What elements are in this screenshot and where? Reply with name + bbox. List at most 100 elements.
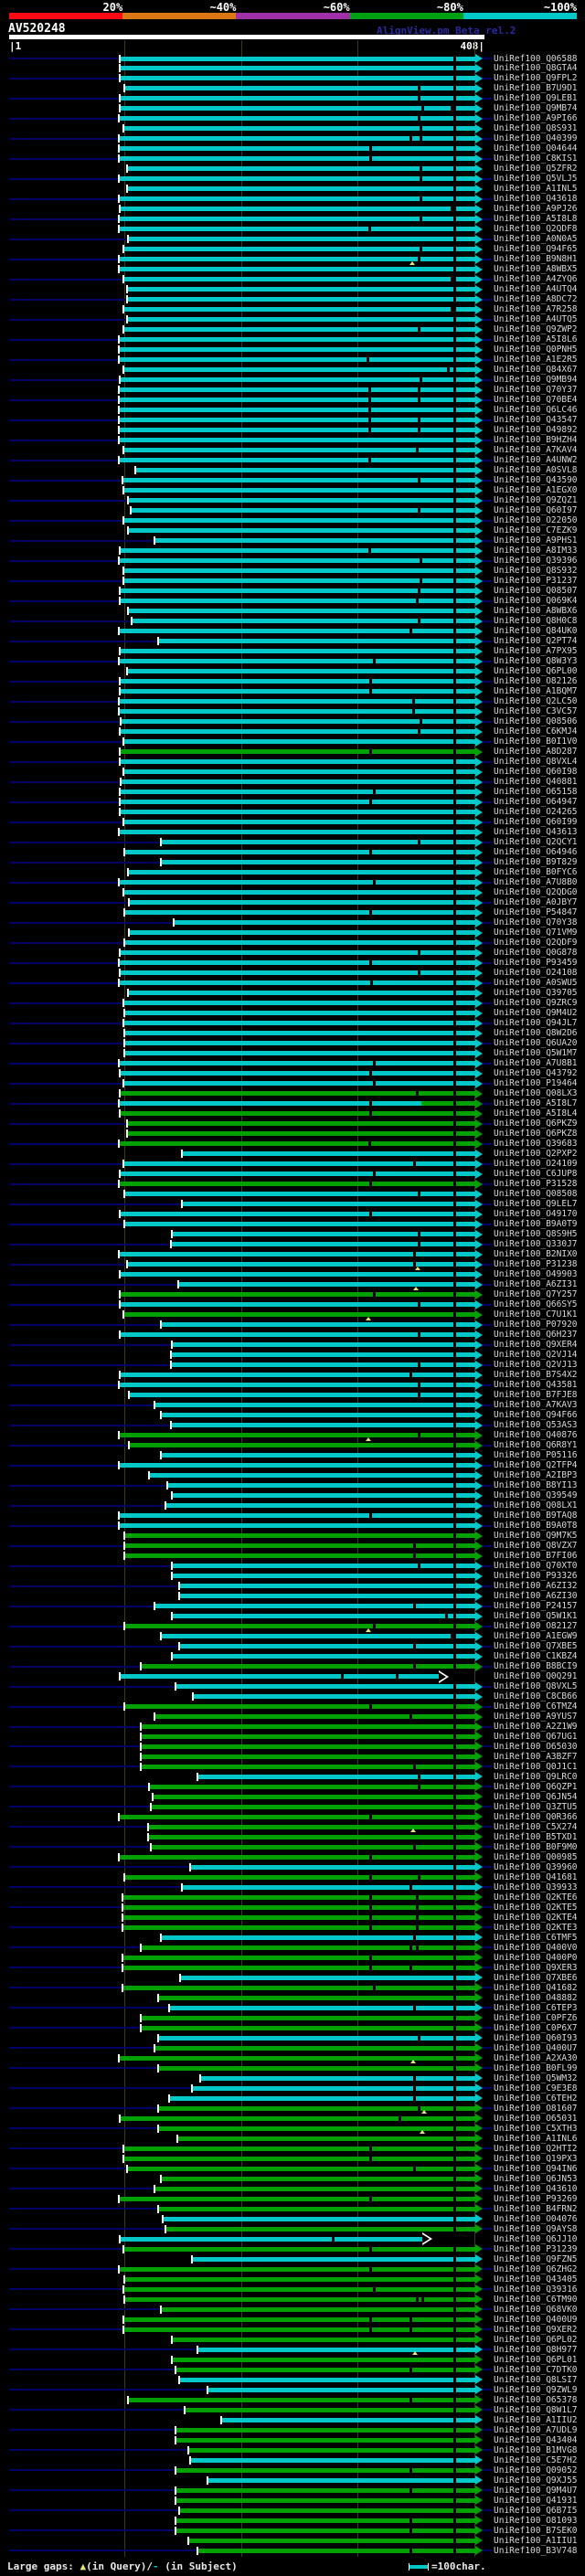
hit-label[interactable]: UniRef100_A7R258 bbox=[494, 305, 585, 314]
hit-label[interactable]: UniRef100_B7FI06 bbox=[494, 1552, 585, 1561]
hit-bar[interactable] bbox=[154, 1604, 475, 1609]
hit-label[interactable]: UniRef100_B7FJE8 bbox=[494, 1391, 585, 1400]
hit-label[interactable]: UniRef100_P31239 bbox=[494, 2244, 585, 2254]
hit-label[interactable]: UniRef100_Q6UA20 bbox=[494, 1039, 585, 1048]
hit-bar[interactable] bbox=[120, 1302, 475, 1308]
hit-label[interactable]: UniRef100_Q6LC46 bbox=[494, 406, 585, 415]
hit-bar[interactable] bbox=[179, 1644, 475, 1649]
hit-bar[interactable] bbox=[172, 1654, 475, 1659]
hit-label[interactable]: UniRef100_A6ZI31 bbox=[494, 1280, 585, 1289]
hit-label[interactable]: UniRef100_B8YI13 bbox=[494, 1481, 585, 1490]
hit-label[interactable]: UniRef100_P31528 bbox=[494, 1180, 585, 1189]
hit-label[interactable]: UniRef100_Q2VJ14 bbox=[494, 1351, 585, 1360]
hit-label[interactable]: UniRef100_Q41682 bbox=[494, 1983, 585, 1993]
hit-bar[interactable] bbox=[171, 1352, 475, 1358]
hit-bar[interactable] bbox=[173, 920, 475, 926]
hit-bar[interactable] bbox=[122, 247, 475, 252]
hit-bar[interactable] bbox=[163, 2216, 475, 2221]
hit-label[interactable]: UniRef100_C1KBZ4 bbox=[494, 1652, 585, 1661]
hit-label[interactable]: UniRef100_Q9ZWL9 bbox=[494, 2385, 585, 2395]
hit-bar[interactable] bbox=[120, 1111, 475, 1117]
hit-label[interactable]: UniRef100_A8IM33 bbox=[494, 546, 585, 556]
hit-bar[interactable] bbox=[120, 207, 475, 212]
hit-label[interactable]: UniRef100_Q8S931 bbox=[494, 124, 585, 133]
hit-bar[interactable] bbox=[122, 1312, 475, 1318]
hit-label[interactable]: UniRef100_Q9ZWP2 bbox=[494, 325, 585, 334]
hit-label[interactable]: UniRef100_Q66SY5 bbox=[494, 1300, 585, 1309]
hit-label[interactable]: UniRef100_Q94F65 bbox=[494, 245, 585, 254]
hit-bar[interactable] bbox=[200, 2075, 475, 2081]
hit-label[interactable]: UniRef100_A9PHS1 bbox=[494, 536, 585, 546]
hit-label[interactable]: UniRef100_A5I8L6 bbox=[494, 335, 585, 345]
hit-bar[interactable] bbox=[121, 779, 475, 785]
hit-label[interactable]: UniRef100_Q9M4U7 bbox=[494, 2486, 585, 2496]
hit-bar[interactable] bbox=[207, 2477, 475, 2483]
hit-bar[interactable] bbox=[189, 2457, 475, 2463]
hit-label[interactable]: UniRef100_A9YUS7 bbox=[494, 1712, 585, 1722]
hit-bar[interactable] bbox=[207, 2387, 475, 2392]
hit-bar[interactable] bbox=[141, 1764, 475, 1769]
hit-bar[interactable] bbox=[160, 1322, 475, 1328]
hit-bar[interactable] bbox=[158, 2125, 475, 2131]
hit-bar[interactable] bbox=[158, 2035, 475, 2041]
hit-label[interactable]: UniRef100_Q9LRC0 bbox=[494, 1772, 585, 1782]
hit-bar[interactable] bbox=[126, 317, 475, 323]
hit-bar[interactable] bbox=[126, 1131, 475, 1137]
hit-bar[interactable] bbox=[181, 1151, 475, 1157]
hit-label[interactable]: UniRef100_Q6PL01 bbox=[494, 2355, 585, 2365]
hit-bar[interactable] bbox=[172, 1342, 475, 1348]
hit-bar[interactable] bbox=[172, 1232, 475, 1237]
hit-bar[interactable] bbox=[122, 2246, 475, 2252]
hit-bar[interactable] bbox=[176, 2437, 475, 2443]
hit-bar[interactable] bbox=[126, 2166, 475, 2171]
hit-label[interactable]: UniRef100_P93459 bbox=[494, 959, 585, 968]
hit-label[interactable]: UniRef100_A8DC72 bbox=[494, 295, 585, 304]
hit-label[interactable]: UniRef100_B9TAQ8 bbox=[494, 1511, 585, 1521]
hit-label[interactable]: UniRef100_P31237 bbox=[494, 577, 585, 586]
hit-label[interactable]: UniRef100_Q53AS3 bbox=[494, 1421, 585, 1430]
hit-bar[interactable] bbox=[118, 880, 475, 885]
hit-label[interactable]: UniRef100_O65158 bbox=[494, 788, 585, 797]
hit-bar[interactable] bbox=[122, 1021, 475, 1026]
hit-label[interactable]: UniRef100_O49903 bbox=[494, 1270, 585, 1279]
hit-bar[interactable] bbox=[179, 2507, 475, 2513]
hit-bar[interactable] bbox=[148, 1473, 475, 1479]
hit-label[interactable]: UniRef100_A5I8L4 bbox=[494, 1109, 585, 1118]
hit-bar[interactable] bbox=[168, 2005, 475, 2010]
hit-bar[interactable] bbox=[118, 116, 475, 122]
hit-bar[interactable] bbox=[120, 2115, 475, 2121]
hit-label[interactable]: UniRef100_Q5WM32 bbox=[494, 2073, 585, 2083]
hit-label[interactable]: UniRef100_Q70Y37 bbox=[494, 386, 585, 395]
hit-bar[interactable] bbox=[141, 1754, 475, 1759]
hit-bar[interactable] bbox=[127, 609, 475, 614]
hit-bar[interactable] bbox=[127, 991, 475, 996]
hit-label[interactable]: UniRef100_O04076 bbox=[494, 2214, 585, 2224]
hit-label[interactable]: UniRef100_Q8VXL4 bbox=[494, 758, 585, 767]
hit-label[interactable]: UniRef100_Q08LX1 bbox=[494, 1501, 585, 1511]
hit-label[interactable]: UniRef100_O64947 bbox=[494, 798, 585, 807]
hit-label[interactable]: UniRef100_Q08507 bbox=[494, 587, 585, 596]
hit-bar[interactable] bbox=[122, 1001, 475, 1006]
hit-label[interactable]: UniRef100_Q43547 bbox=[494, 416, 585, 425]
hit-bar[interactable] bbox=[120, 1212, 475, 1217]
hit-bar[interactable] bbox=[151, 1804, 475, 1809]
hit-bar[interactable] bbox=[122, 1161, 475, 1167]
hit-label[interactable]: UniRef100_O65378 bbox=[494, 2395, 585, 2405]
hit-bar[interactable] bbox=[118, 709, 475, 715]
hit-bar[interactable] bbox=[118, 2196, 475, 2201]
hit-bar[interactable] bbox=[176, 2497, 475, 2503]
hit-bar[interactable] bbox=[118, 227, 475, 232]
hit-label[interactable]: UniRef100_Q2TFP4 bbox=[494, 1461, 585, 1470]
hit-bar[interactable] bbox=[154, 1403, 475, 1408]
hit-bar[interactable] bbox=[176, 2487, 475, 2493]
hit-label[interactable]: UniRef100_Q19PX3 bbox=[494, 2154, 585, 2164]
hit-bar[interactable] bbox=[122, 2146, 475, 2151]
hit-bar[interactable] bbox=[120, 689, 475, 694]
hit-bar[interactable] bbox=[126, 1121, 475, 1127]
hit-label[interactable]: UniRef100_Q8H0C8 bbox=[494, 617, 585, 626]
hit-label[interactable]: UniRef100_Q39316 bbox=[494, 2284, 585, 2295]
hit-label[interactable]: UniRef100_B9T829 bbox=[494, 858, 585, 867]
hit-label[interactable]: UniRef100_A5I8L7 bbox=[494, 1099, 585, 1108]
hit-bar[interactable] bbox=[197, 2347, 475, 2352]
hit-bar[interactable] bbox=[124, 1533, 475, 1539]
